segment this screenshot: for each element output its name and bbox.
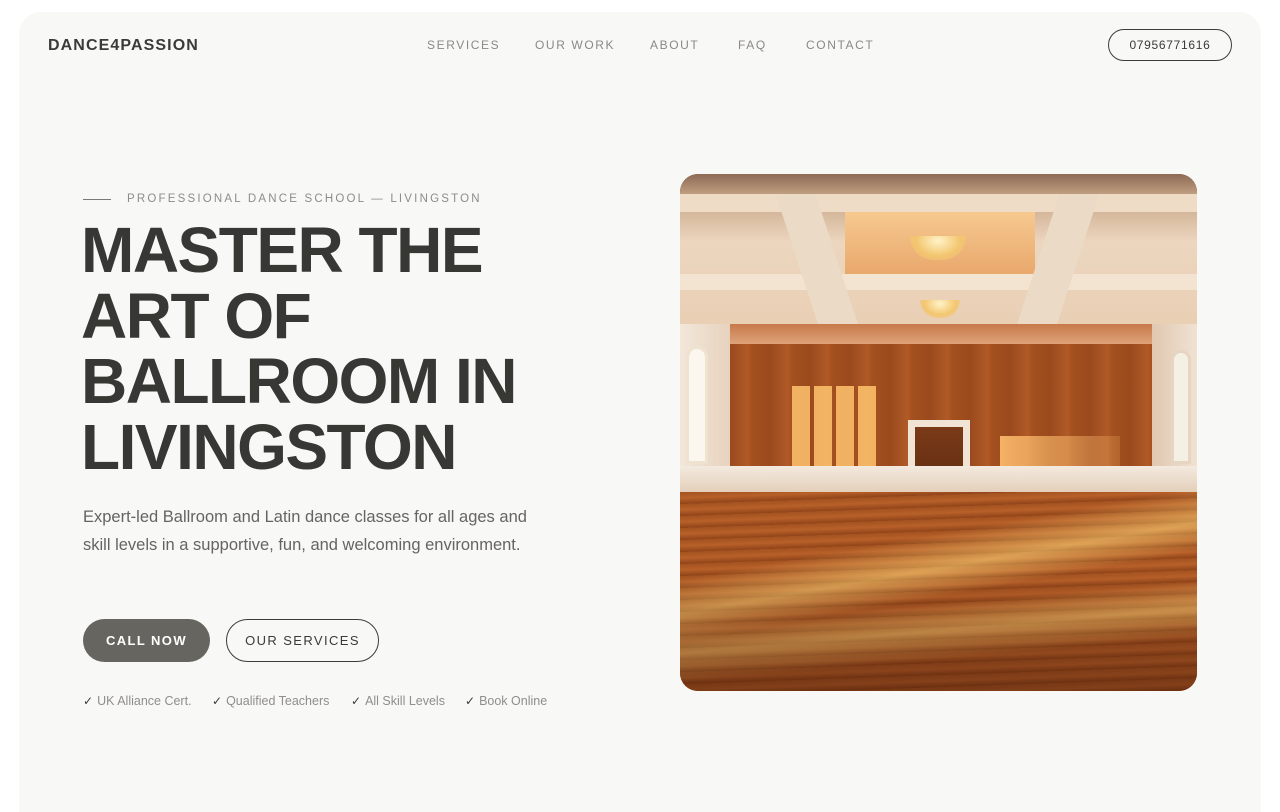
arched-window: [686, 346, 708, 464]
check-icon: ✓: [465, 694, 476, 708]
main-nav: SERVICES OUR WORK ABOUT FAQ CONTACT: [19, 38, 1261, 54]
check-icon: ✓: [212, 694, 223, 708]
skirting-board: [680, 466, 1197, 494]
badge-label: Book Online: [479, 694, 548, 708]
trust-badge: ✓ Book Online: [465, 694, 547, 708]
cornice: [710, 324, 1167, 346]
check-icon: ✓: [83, 694, 94, 708]
nav-link-contact[interactable]: CONTACT: [806, 38, 874, 52]
badge-label: UK Alliance Cert.: [97, 694, 192, 708]
hero-headline: MASTER THE ART OF BALLROOM IN LIVINGSTON: [81, 214, 581, 483]
eyebrow-text: PROFESSIONAL DANCE SCHOOL — LIVINGSTON: [127, 193, 482, 205]
nav-link-services[interactable]: SERVICES: [427, 38, 500, 52]
headline-line: ART OF: [81, 279, 312, 352]
trust-badge: ✓ UK Alliance Cert.: [83, 694, 192, 708]
trust-badge: ✓ All Skill Levels: [351, 694, 445, 708]
hero-ballroom-image: [680, 174, 1197, 691]
phone-button[interactable]: 07956771616: [1108, 29, 1232, 61]
headline-line: LIVINGSTON: [81, 410, 457, 483]
trust-badge: ✓ Qualified Teachers: [212, 694, 329, 708]
badge-label: Qualified Teachers: [226, 694, 330, 708]
nav-link-about[interactable]: ABOUT: [650, 38, 699, 52]
ceiling-beam: [680, 194, 1197, 212]
page-frame: DANCE4PASSION SERVICES OUR WORK ABOUT FA…: [19, 12, 1261, 812]
nav-link-faq[interactable]: FAQ: [738, 38, 767, 52]
nav-link-our-work[interactable]: OUR WORK: [535, 38, 615, 52]
our-services-button[interactable]: OUR SERVICES: [226, 619, 379, 662]
floor-shade: [680, 492, 1197, 691]
headline-line: MASTER THE: [81, 214, 484, 286]
sunlight-patch: [792, 386, 880, 466]
arched-window: [1171, 350, 1191, 464]
badge-label: All Skill Levels: [365, 694, 445, 708]
headline-line: BALLROOM IN: [81, 345, 518, 417]
eyebrow-divider: [83, 198, 111, 200]
hero-subtext: Expert-led Ballroom and Latin dance clas…: [83, 508, 527, 554]
check-icon: ✓: [351, 694, 362, 708]
call-now-button[interactable]: CALL NOW: [83, 619, 210, 662]
ceiling-beam: [680, 274, 1197, 290]
hero-eyebrow: PROFESSIONAL DANCE SCHOOL — LIVINGSTON: [83, 193, 482, 205]
trust-badges: ✓ UK Alliance Cert. ✓ Qualified Teachers ✓…: [83, 694, 643, 710]
